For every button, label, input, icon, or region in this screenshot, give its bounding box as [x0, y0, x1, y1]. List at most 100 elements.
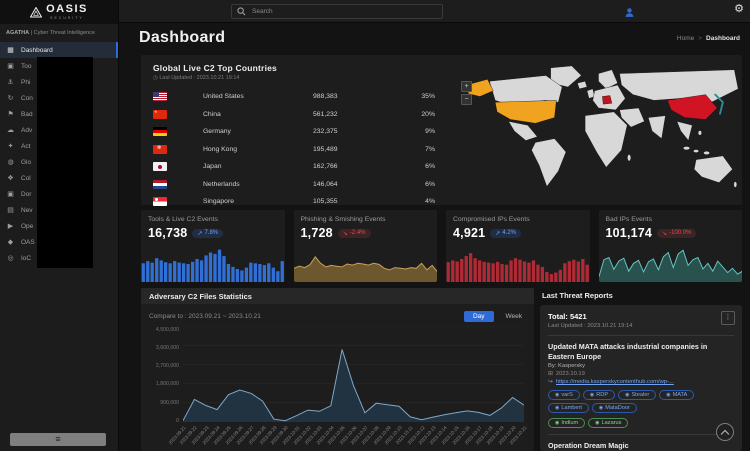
day-toggle-button[interactable]: Day [464, 311, 494, 322]
window-icon: ▣ [6, 191, 15, 198]
brand-logo[interactable]: OASIS SECURITY [0, 0, 118, 24]
reports-total: Total: 5421 [548, 312, 734, 321]
trend-up-icon: ↗ [197, 230, 202, 237]
country-row[interactable]: Japan 162,766 6% [153, 158, 455, 176]
sidebar-item-dashboard[interactable]: ▦ Dashboard [0, 42, 118, 58]
trend-delta: -100.0% [669, 230, 691, 236]
brand-subtitle: SECURITY [46, 16, 88, 20]
tag-icon: ◉ [625, 392, 629, 398]
country-row[interactable]: Netherlands 146,064 6% [153, 176, 455, 194]
report-title[interactable]: Updated MATA attacks industrial companie… [548, 342, 734, 361]
world-map[interactable] [455, 55, 742, 205]
scroll-to-top-button[interactable] [716, 423, 734, 441]
report-tags: ◉varS ◉RDP ◉Stealer ◉MATA ◉Lambert ◉Mata… [548, 390, 734, 413]
more-options-button[interactable]: ⋮ [721, 311, 735, 325]
country-row[interactable]: Hong Kong 195,489 7% [153, 141, 455, 159]
stat-card-tools-live-c2: Tools & Live C2 Events 16,738 ↗ 7.8% [141, 210, 285, 282]
workspace-desc: Cyber Threat Intelligence [34, 30, 95, 36]
tag-pill[interactable]: ◉MATA [659, 390, 694, 400]
tag-pill[interactable]: ◉varS [548, 390, 580, 400]
actor-icon: ◉ [555, 420, 559, 426]
app-root: OASIS SECURITY AGATHA | Cyber Threat Int… [0, 0, 750, 451]
collapse-icon: ≡ [55, 435, 60, 444]
panel-header: Adversary C2 Files Statistics [141, 288, 534, 304]
actor-tag-pill[interactable]: ◉Indium [548, 418, 585, 428]
flag-hong-kong-icon [153, 145, 167, 154]
sidebar-item-label: Nev [21, 207, 33, 214]
countries-table: United States 988,383 35% China 561,232 … [153, 88, 455, 211]
stat-card-value: 4,921 [453, 226, 485, 240]
flag-netherlands-icon [153, 180, 167, 189]
tag-pill[interactable]: ◉Stealer [618, 390, 656, 400]
sidebar-item-label: Con [21, 95, 33, 102]
divider [548, 335, 734, 336]
top-countries-list: Global Live C2 Top Countries ◷ Last Upda… [141, 55, 455, 205]
settings-gear-icon[interactable]: ⚙ [734, 4, 744, 15]
country-row[interactable]: Germany 232,375 9% [153, 123, 455, 141]
map-zoom-out-button[interactable]: − [461, 94, 472, 105]
search-box[interactable] [231, 4, 443, 19]
actor-tag-pill[interactable]: ◉Lazarus [588, 418, 628, 428]
trend-delta: -2.4% [350, 230, 366, 236]
country-row[interactable]: China 561,232 20% [153, 106, 455, 124]
panel-title: Global Live C2 Top Countries [153, 63, 455, 73]
tag-pill[interactable]: ◉Lambert [548, 403, 589, 413]
search-input[interactable] [250, 7, 437, 16]
report-date: 2023.10.19 [556, 371, 585, 377]
bottom-row: Adversary C2 Files Statistics Compare to… [141, 288, 742, 451]
breadcrumb-home[interactable]: Home [677, 35, 694, 42]
stat-card-title: Bad IPs Events [606, 216, 736, 223]
country-name: Singapore [203, 198, 313, 205]
sidebar-collapse-button[interactable]: ≡ [10, 433, 106, 446]
report-url[interactable]: https://media.kasperskycontenthub.com/wp… [556, 379, 674, 385]
flag-japan-icon [153, 162, 167, 171]
stat-card-bad-ips: Bad IPs Events 101,174 ↘ -100.0% [599, 210, 743, 282]
flag-united-states-icon [153, 92, 167, 101]
trend-badge: ↘ -2.4% [338, 229, 371, 238]
y-tick-label: 1,800,000 [156, 382, 179, 387]
divider [548, 434, 734, 435]
sidebar-item-label: Col [21, 175, 31, 182]
country-percent: 20% [403, 111, 439, 118]
link-icon: ↪ [548, 379, 553, 385]
stat-card-title: Phishing & Smishing Events [301, 216, 431, 223]
user-avatar-icon[interactable] [624, 5, 635, 23]
country-row[interactable]: Singapore 105,355 4% [153, 193, 455, 211]
actor-icon: ◉ [595, 420, 599, 426]
sidebar-item-label: Dor [21, 191, 31, 198]
tag-pill[interactable]: ◉MataDoor [592, 403, 637, 413]
news-icon: ▤ [6, 207, 15, 214]
trend-down-icon: ↘ [662, 230, 667, 237]
tools-c2-sparkline [141, 246, 285, 282]
flag-china-icon [153, 110, 167, 119]
sidebar-item-label: Bad [21, 111, 33, 118]
week-toggle-button[interactable]: Week [502, 311, 527, 322]
adversary-c2-chart[interactable] [183, 326, 524, 422]
country-row[interactable]: United States 988,383 35% [153, 88, 455, 106]
y-tick-label: 2,700,000 [156, 364, 179, 369]
stat-cards-row: Tools & Live C2 Events 16,738 ↗ 7.8% [141, 210, 742, 282]
sidebar-item-label: OAS [21, 239, 35, 246]
workspace-name: AGATHA [6, 30, 29, 36]
world-map-container: + − [455, 55, 742, 205]
report-title[interactable]: Operation Dream Magic [548, 441, 734, 451]
stat-card-value: 1,728 [301, 226, 333, 240]
phishing-sparkline [294, 246, 438, 282]
sidebar-item-label: Glo [21, 159, 31, 166]
stat-card-phishing-smishing: Phishing & Smishing Events 1,728 ↘ -2.4% [294, 210, 438, 282]
map-germany [602, 96, 612, 105]
country-name: Germany [203, 128, 313, 135]
country-percent: 9% [403, 128, 439, 135]
country-value: 988,383 [313, 93, 403, 100]
tag-pill[interactable]: ◉RDP [583, 390, 615, 400]
map-united-states [495, 100, 556, 123]
trend-badge: ↗ 4.2% [490, 229, 521, 238]
sidebar-item-label: Phi [21, 79, 30, 86]
trend-badge: ↗ 7.8% [192, 229, 223, 238]
map-zoom-in-button[interactable]: + [461, 81, 472, 92]
dashboard-icon: ▦ [6, 47, 15, 54]
y-tick-label: 3,600,000 [156, 346, 179, 351]
trend-delta: 7.8% [204, 230, 218, 236]
content: Global Live C2 Top Countries ◷ Last Upda… [119, 53, 750, 451]
report-link[interactable]: ↪ https://media.kasperskycontenthub.com/… [548, 379, 734, 385]
